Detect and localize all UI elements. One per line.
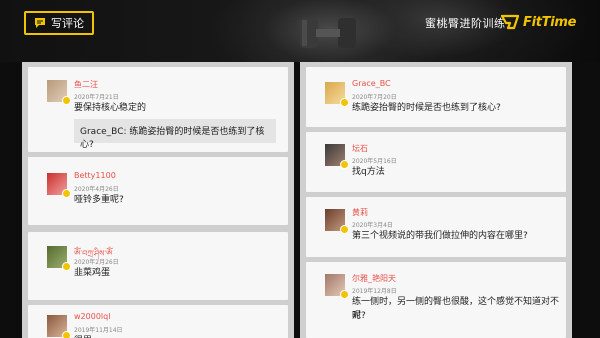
comment-date: 2020年7月20日 (352, 94, 397, 101)
fittime-logo-icon (500, 14, 520, 30)
comment-card[interactable]: 坛石 2020年5月16日 找q方法 (306, 132, 566, 192)
avatar (47, 315, 71, 338)
username: 尔雅_艳阳天 (352, 274, 396, 283)
comment-text: 很累 (74, 334, 92, 338)
comment-card[interactable]: ༀ་བཀྲ་ཤིས་ༀ 2020年2月26日 韭菜鸡蛋 (28, 232, 288, 300)
username: w2000lql (74, 312, 111, 321)
dumbbell-image (300, 18, 356, 48)
comment-icon (35, 18, 45, 28)
verified-badge-icon (340, 160, 349, 169)
write-comment-label: 写评论 (51, 17, 84, 30)
comment-card[interactable]: 鱼二汪 2020年7月21日 要保持核心稳定的 Grace_BC: 练跪姿抬臀的… (28, 67, 288, 152)
comment-date: 2019年12月8日 (352, 288, 397, 295)
comment-card[interactable]: 黄莉 2020年3月4日 第三个视频说的带我们做拉伸的内容在哪里? (306, 197, 566, 257)
comment-column-right: Grace_BC 2020年7月20日 练跪姿抬臀的时候是否也练到了核心? 坛石… (300, 62, 572, 338)
verified-badge-icon (62, 262, 71, 271)
comment-text-line-1: 练一侧时，另一侧的臀也很酸，这个感觉不知道对不对 (352, 297, 560, 321)
comment-card[interactable]: Betty1100 2020年4月26日 哑铃多重呢? (28, 157, 288, 225)
verified-badge-icon (62, 189, 71, 198)
comment-text: 要保持核心稳定的 (74, 103, 147, 113)
comment-date: 2020年4月26日 (74, 186, 119, 193)
comment-text: 第三个视频说的带我们做拉伸的内容在哪里? (352, 231, 528, 241)
header-bar: 写评论 蜜桃臀进阶训练 FitTime (0, 0, 600, 62)
verified-badge-icon (62, 96, 71, 105)
comment-column-left: 鱼二汪 2020年7月21日 要保持核心稳定的 Grace_BC: 练跪姿抬臀的… (22, 62, 294, 338)
comment-card[interactable]: 尔雅_艳阳天 2019年12月8日 练一侧时，另一侧的臀也很酸，这个感觉不知道对… (306, 262, 566, 338)
verified-badge-icon (340, 290, 349, 299)
quoted-reply: Grace_BC: 练跪姿抬臀的时候是否也练到了核心? (74, 119, 276, 150)
comment-text: 哑铃多重呢? (74, 195, 124, 205)
course-title: 蜜桃臀进阶训练 (425, 17, 506, 30)
username: Grace_BC (352, 79, 391, 88)
username: 黄莉 (352, 208, 368, 217)
avatar (325, 209, 349, 234)
avatar (47, 173, 71, 198)
brand-name: FitTime (523, 14, 577, 30)
comment-date: 2020年7月21日 (74, 94, 119, 101)
username: 坛石 (352, 144, 368, 153)
avatar (325, 144, 349, 169)
comment-date: 2020年5月16日 (352, 158, 397, 165)
comment-text-line-2: 呢? (352, 311, 366, 321)
comment-text: 韭菜鸡蛋 (74, 268, 111, 278)
comment-text: 练跪姿抬臀的时候是否也练到了核心? (352, 103, 501, 113)
verified-badge-icon (340, 225, 349, 234)
comment-date: 2019年11月14日 (74, 327, 123, 334)
username: 鱼二汪 (74, 80, 98, 89)
write-comment-button[interactable]: 写评论 (24, 11, 94, 35)
avatar (47, 246, 71, 271)
username: Betty1100 (74, 171, 116, 180)
verified-badge-icon (340, 98, 349, 107)
comment-card[interactable]: w2000lql 2019年11月14日 很累 (28, 305, 288, 338)
avatar (47, 80, 71, 105)
comment-date: 2020年3月4日 (352, 222, 393, 229)
comment-text: 找q方法 (352, 167, 385, 177)
comment-date: 2020年2月26日 (74, 259, 119, 266)
fittime-logo: FitTime (500, 13, 576, 31)
avatar (325, 274, 349, 299)
avatar (325, 82, 349, 107)
comment-card[interactable]: Grace_BC 2020年7月20日 练跪姿抬臀的时候是否也练到了核心? (306, 67, 566, 127)
verified-badge-icon (62, 331, 71, 338)
